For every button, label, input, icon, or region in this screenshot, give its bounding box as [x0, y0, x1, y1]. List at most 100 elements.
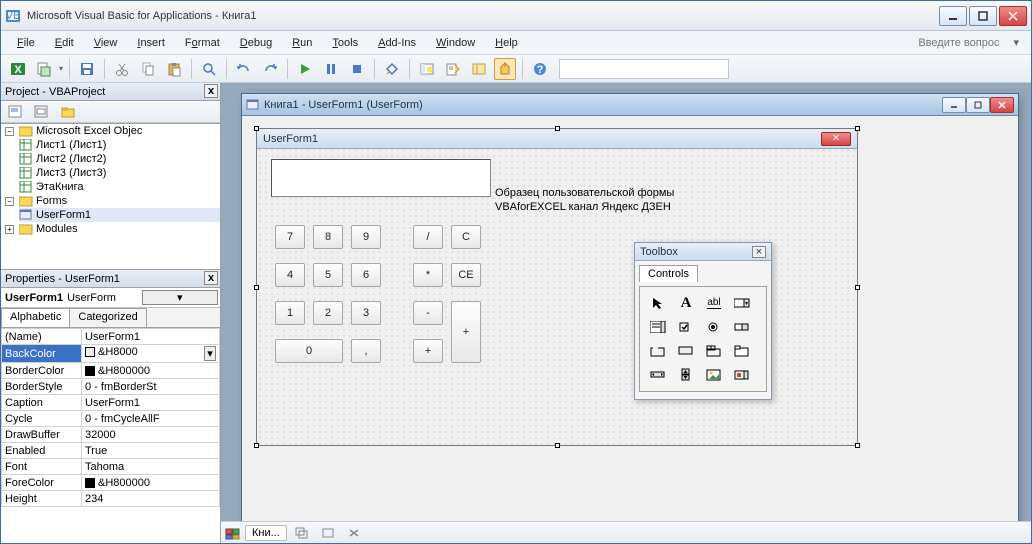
object-browser-icon[interactable]: [468, 58, 490, 80]
break-icon[interactable]: [320, 58, 342, 80]
dropdown-icon[interactable]: ▾: [204, 346, 216, 361]
menu-file[interactable]: File: [9, 35, 43, 51]
expand-icon[interactable]: −: [5, 127, 14, 136]
listbox-tool-icon[interactable]: [646, 317, 670, 337]
resize-handle[interactable]: [254, 443, 259, 448]
calc-6-button[interactable]: 6: [351, 263, 381, 287]
excel-icon[interactable]: X: [7, 58, 29, 80]
cut-icon[interactable]: [111, 58, 133, 80]
property-value[interactable]: 234: [82, 491, 220, 507]
menu-view[interactable]: View: [86, 35, 126, 51]
design-mode-icon[interactable]: [381, 58, 403, 80]
menu-edit[interactable]: Edit: [47, 35, 82, 51]
tab-alphabetic[interactable]: Alphabetic: [1, 308, 70, 327]
calc-multiply-button[interactable]: *: [413, 263, 443, 287]
maximize-button[interactable]: [969, 6, 997, 26]
calc-1-button[interactable]: 1: [275, 301, 305, 325]
property-value[interactable]: 0 - fmBorderSt: [82, 379, 220, 395]
menu-addins[interactable]: Add-Ins: [370, 35, 424, 51]
menu-format[interactable]: Format: [177, 35, 228, 51]
toolbox-close-icon[interactable]: ×: [752, 246, 766, 258]
calc-minus-button[interactable]: -: [413, 301, 443, 325]
toggle-folders-icon[interactable]: [57, 101, 79, 123]
tree-node[interactable]: Modules: [36, 223, 78, 235]
property-value[interactable]: True: [82, 443, 220, 459]
togglebutton-tool-icon[interactable]: [730, 317, 754, 337]
image-tool-icon[interactable]: [702, 365, 726, 385]
property-value[interactable]: UserForm1: [82, 329, 220, 345]
properties-grid[interactable]: (Name)UserForm1BackColor&H8000▾BorderCol…: [1, 328, 220, 543]
calc-0-button[interactable]: 0: [275, 339, 343, 363]
property-value[interactable]: 0 - fmCycleAllF: [82, 411, 220, 427]
property-value[interactable]: &H8000▾: [82, 345, 220, 363]
commandbutton-tool-icon[interactable]: [674, 341, 698, 361]
tree-node-userform[interactable]: UserForm1: [36, 209, 91, 221]
copy-icon[interactable]: [137, 58, 159, 80]
toolbox-tab-controls[interactable]: Controls: [639, 265, 698, 282]
dropdown-icon[interactable]: ▾: [59, 64, 63, 73]
resize-handle[interactable]: [855, 126, 860, 131]
tabstrip-tool-icon[interactable]: [702, 341, 726, 361]
calc-7-button[interactable]: 7: [275, 225, 305, 249]
ask-dropdown-icon[interactable]: ▾: [1009, 36, 1023, 49]
property-name[interactable]: Font: [2, 459, 82, 475]
tree-node[interactable]: Forms: [36, 195, 67, 207]
child-close-button[interactable]: [990, 97, 1014, 113]
tile-icon[interactable]: [317, 522, 339, 544]
toolbox-icon[interactable]: [494, 58, 516, 80]
scrollbar-tool-icon[interactable]: [646, 365, 670, 385]
properties-pane-close-icon[interactable]: x: [204, 271, 218, 285]
pointer-tool-icon[interactable]: [646, 293, 670, 313]
property-name[interactable]: BorderColor: [2, 363, 82, 379]
calc-plus2-button[interactable]: +: [413, 339, 443, 363]
resize-handle[interactable]: [254, 285, 259, 290]
label-sample[interactable]: Образец пользовательской формы: [495, 187, 674, 199]
resize-handle[interactable]: [855, 443, 860, 448]
display-textbox[interactable]: [271, 159, 491, 197]
label-tool-icon[interactable]: A: [674, 293, 698, 313]
expand-icon[interactable]: +: [5, 225, 14, 234]
calc-5-button[interactable]: 5: [313, 263, 343, 287]
property-name[interactable]: Cycle: [2, 411, 82, 427]
child-maximize-button[interactable]: [966, 97, 990, 113]
calc-9-button[interactable]: 9: [351, 225, 381, 249]
property-name[interactable]: ForeColor: [2, 475, 82, 491]
property-value[interactable]: 32000: [82, 427, 220, 443]
ask-question-input[interactable]: [855, 37, 1005, 49]
spinbutton-tool-icon[interactable]: [674, 365, 698, 385]
save-icon[interactable]: [76, 58, 98, 80]
calc-plus-button[interactable]: +: [451, 301, 481, 363]
calc-divide-button[interactable]: /: [413, 225, 443, 249]
design-surface[interactable]: UserForm1 ✕ Образец пользовательской фор…: [252, 124, 1008, 532]
calc-8-button[interactable]: 8: [313, 225, 343, 249]
view-code-icon[interactable]: [5, 101, 27, 123]
dropdown-icon[interactable]: ▾: [142, 290, 218, 305]
properties-object-selector[interactable]: UserForm1UserForm▾: [1, 288, 220, 308]
property-name[interactable]: DrawBuffer: [2, 427, 82, 443]
label-channel[interactable]: VBAforEXCEL канал Яндекс ДЗЕН: [495, 201, 671, 213]
cascade-icon[interactable]: [291, 522, 313, 544]
property-name[interactable]: Caption: [2, 395, 82, 411]
resize-handle[interactable]: [555, 126, 560, 131]
tree-node[interactable]: Лист2 (Лист2): [36, 153, 106, 165]
minimize-button[interactable]: [939, 6, 967, 26]
toolbox-titlebar[interactable]: Toolbox ×: [635, 243, 771, 261]
run-icon[interactable]: [294, 58, 316, 80]
document-tab[interactable]: Кни...: [245, 525, 287, 541]
close-all-icon[interactable]: [343, 522, 365, 544]
menu-debug[interactable]: Debug: [232, 35, 280, 51]
property-name[interactable]: (Name): [2, 329, 82, 345]
property-value[interactable]: &H800000: [82, 475, 220, 491]
property-name[interactable]: Height: [2, 491, 82, 507]
view-object-icon[interactable]: [31, 101, 53, 123]
resize-handle[interactable]: [555, 443, 560, 448]
refedit-tool-icon[interactable]: [730, 365, 754, 385]
project-tree[interactable]: −Microsoft Excel Objeс Лист1 (Лист1) Лис…: [1, 124, 220, 270]
form-designer-titlebar[interactable]: Книга1 - UserForm1 (UserForm): [242, 94, 1018, 116]
frame-tool-icon[interactable]: [646, 341, 670, 361]
project-explorer-icon[interactable]: [416, 58, 438, 80]
help-icon[interactable]: ?: [529, 58, 551, 80]
property-name[interactable]: BackColor: [2, 345, 82, 363]
close-button[interactable]: [999, 6, 1027, 26]
property-value[interactable]: &H800000: [82, 363, 220, 379]
